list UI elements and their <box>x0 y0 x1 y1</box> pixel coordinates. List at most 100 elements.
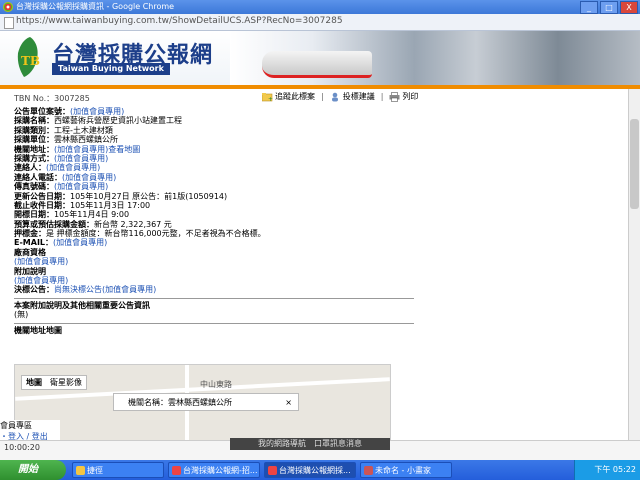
field-label: E-MAIL： <box>14 238 54 248</box>
track-tender-label: 追蹤此標案 <box>275 92 315 101</box>
map-type-tabs: 地圖 衛星影像 <box>21 375 87 390</box>
person-icon <box>331 92 338 101</box>
field-value: 雲林縣西螺鎮公所 <box>54 135 118 145</box>
field-link[interactable]: (加值會員專用) <box>14 276 68 285</box>
bid-advice-button[interactable]: 投標建議 <box>330 91 375 102</box>
member-area: 會員專區 ・登入 / 登出 <box>0 420 60 441</box>
field-row: 更新公告日期：105年10月27日 原公告：前1版(1050914) <box>14 192 414 201</box>
taskbar: 開始 捷徑 台灣採購公報網-招... 台灣採購公報網採... 未命名 - 小畫家… <box>0 460 640 480</box>
field-row: 採購方式：(加值會員專用) <box>14 154 414 163</box>
field-row: 連絡人電話：(加值會員專用) <box>14 173 414 182</box>
taiwan-logo-icon: TB <box>17 37 40 77</box>
taskbar-item[interactable]: 未命名 - 小畫家 <box>360 462 452 478</box>
print-button[interactable]: 列印 <box>389 91 418 102</box>
field-label: 採購名稱： <box>14 116 54 126</box>
section-heading: 附加說明 <box>14 266 46 276</box>
map-heading: 機關地址地圖 <box>14 325 62 335</box>
window-title: 台灣採購公報網採購資訊 - Google Chrome <box>16 2 175 11</box>
folder-add-icon: + <box>262 92 273 102</box>
printer-icon <box>389 91 400 102</box>
taskbar-item-label: 未命名 - 小畫家 <box>375 466 431 475</box>
system-tray: 下午 05:22 <box>574 460 640 480</box>
maximize-button[interactable]: □ <box>600 1 618 14</box>
field-row: 採購類別：工程-土木建材類 <box>14 126 414 135</box>
tab-satellite[interactable]: 衛星影像 <box>46 376 86 389</box>
field-label: 押標金： <box>14 229 46 239</box>
field-label: 決標公告： <box>14 285 54 295</box>
field-label: 開標日期： <box>14 210 54 220</box>
close-button[interactable]: X <box>620 1 638 14</box>
taskbar-item-label: 台灣採購公報網採... <box>279 466 351 475</box>
location-map[interactable]: 地圖 衛星影像 中山東路 機關名稱：雲林縣西螺鎮公所 × <box>14 364 391 440</box>
close-icon[interactable]: × <box>285 394 292 412</box>
main-content: TBN No.：3007285 + 追蹤此標案 | 投標建議 | 列印 公告單位… <box>0 89 628 440</box>
taskbar-item-active[interactable]: 台灣採購公報網採... <box>264 462 356 478</box>
tab-map[interactable]: 地圖 <box>22 376 46 389</box>
chrome-icon <box>172 466 181 475</box>
separator: | <box>321 92 324 101</box>
field-value: 105年11月4日 9:00 <box>54 210 130 220</box>
page-icon <box>4 17 14 29</box>
field-row: 採購單位：雲林縣西螺鎮公所 <box>14 135 414 144</box>
address-bar[interactable]: https://www.taiwanbuying.com.tw/ShowDeta… <box>0 14 640 31</box>
window-controls: _ □ X <box>580 1 638 14</box>
chrome-icon <box>3 2 13 12</box>
field-value: 工程-土木建材類 <box>54 125 113 135</box>
field-value: 是 押標金額度：新台幣116,000元整，不足者視為不合格標。 <box>46 229 266 239</box>
tender-details: 公告單位案號：(加值會員專用) 採購名稱：西螺藝術兵營歷史資訊小站建置工程 採購… <box>14 107 414 335</box>
field-row: E-MAIL：(加值會員專用) <box>14 238 414 247</box>
field-row: (加值會員專用) <box>14 276 414 285</box>
tender-number: TBN No.：3007285 <box>14 94 90 103</box>
field-label: 機關地址： <box>14 144 54 154</box>
divider <box>14 297 414 299</box>
field-label: 採購單位： <box>14 135 54 145</box>
taskbar-item[interactable]: 台灣採購公報網-招... <box>168 462 260 478</box>
field-row: (加值會員專用) <box>14 257 414 266</box>
field-label: 採購方式： <box>14 153 54 163</box>
field-row: 截止收件日期：105年11月3日 17:00 <box>14 201 414 210</box>
clock[interactable]: 下午 05:22 <box>594 465 636 474</box>
field-link[interactable]: 尚無決標公告(加值會員專用) <box>54 285 156 294</box>
taskbar-item-label: 台灣採購公報網-招... <box>183 466 258 475</box>
field-row: 附加說明 <box>14 267 414 276</box>
info-window-text: 機關名稱：雲林縣西螺鎮公所 <box>128 398 232 407</box>
url-text[interactable]: https://www.taiwanbuying.com.tw/ShowDeta… <box>16 16 343 26</box>
field-link[interactable]: (加值會員專用) <box>46 163 100 172</box>
field-row: 傳真號碼：(加值會員專用) <box>14 182 414 191</box>
field-label: 公告單位案號： <box>14 107 70 116</box>
track-tender-button[interactable]: + 追蹤此標案 <box>262 91 315 102</box>
field-label: 採購類別： <box>14 125 54 135</box>
taskbar-item[interactable]: 捷徑 <box>72 462 164 478</box>
folder-icon <box>76 466 85 475</box>
field-link[interactable]: (加值會員專用) <box>14 257 68 266</box>
field-label: 更新公告日期： <box>14 191 70 201</box>
minimize-button[interactable]: _ <box>580 1 598 14</box>
print-label: 列印 <box>402 92 419 101</box>
vertical-scrollbar[interactable] <box>628 89 640 440</box>
field-label: 連絡人電話： <box>14 172 62 182</box>
svg-text:TB: TB <box>21 54 40 68</box>
field-label: 預算或預估採購金額： <box>14 219 94 229</box>
svg-text:+: + <box>268 96 273 102</box>
field-row: 公告單位案號：(加值會員專用) <box>14 107 414 116</box>
field-link[interactable]: (加值會員專用)查看地圖 <box>54 145 140 154</box>
train-image <box>262 51 372 78</box>
field-link[interactable]: (加值會員專用) <box>54 182 108 191</box>
separator: | <box>380 92 384 101</box>
field-row: 開標日期：105年11月4日 9:00 <box>14 210 414 219</box>
field-link[interactable]: (加值會員專用) <box>70 107 124 116</box>
field-link[interactable]: (加值會員專用) <box>54 154 108 163</box>
field-label: 傳真號碼： <box>14 182 54 192</box>
site-logo-english: Taiwan Buying Network <box>52 63 170 75</box>
field-row: 決標公告：尚無決標公告(加值會員專用) <box>14 285 414 294</box>
field-row: 廠商資格 <box>14 248 414 257</box>
scrollbar-thumb[interactable] <box>630 119 639 209</box>
start-button[interactable]: 開始 <box>0 460 66 480</box>
chrome-icon <box>268 466 277 475</box>
field-row: 連絡人：(加值會員專用) <box>14 163 414 172</box>
field-value: 西螺藝術兵營歷史資訊小站建置工程 <box>54 116 182 126</box>
field-value: 105年10月27日 原公告：前1版(1050914) <box>70 191 228 201</box>
field-value: 105年11月3日 17:00 <box>70 200 151 210</box>
field-link[interactable]: (加值會員專用) <box>62 173 116 182</box>
field-link[interactable]: (加值會員專用) <box>53 238 107 247</box>
